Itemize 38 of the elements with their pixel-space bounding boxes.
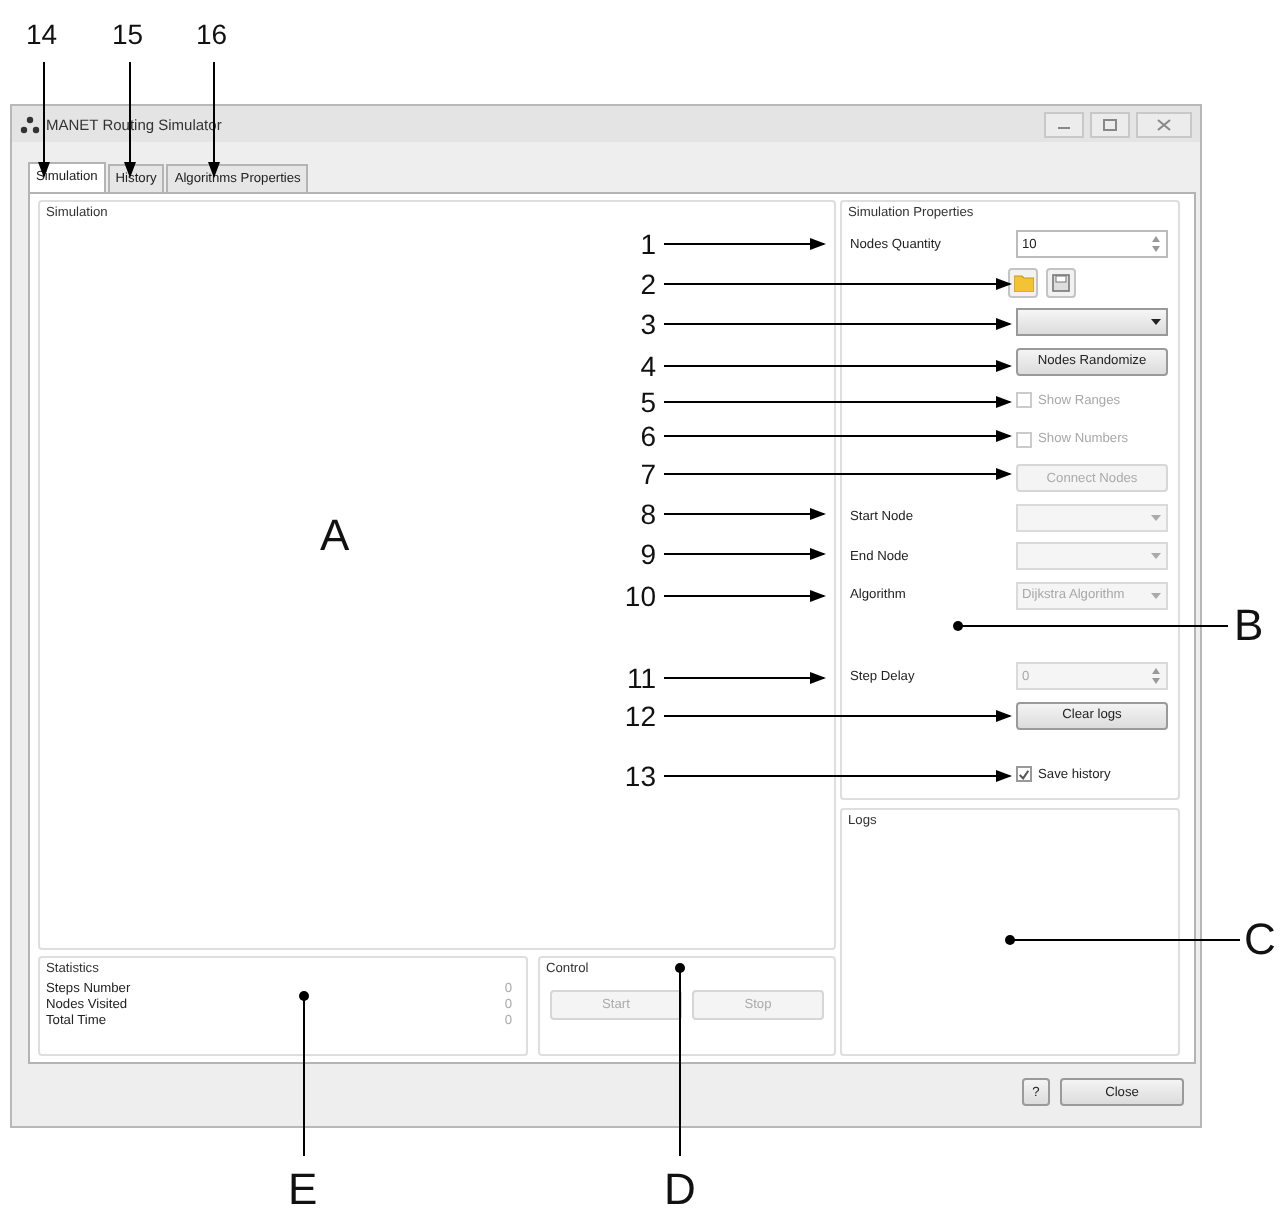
spin-arrows-icon xyxy=(1150,234,1162,255)
region-letter: E xyxy=(288,1164,318,1216)
caret-icon xyxy=(1150,591,1162,600)
region-letter: B xyxy=(1234,600,1264,652)
callout-number: 16 xyxy=(196,16,228,52)
maximize-icon xyxy=(1102,117,1118,131)
close-button[interactable] xyxy=(1136,111,1192,137)
callout-number: 6 xyxy=(640,418,656,454)
caret-icon xyxy=(1150,552,1162,561)
callout-number: 15 xyxy=(112,16,144,52)
network-icon xyxy=(20,115,40,133)
spin-arrows-icon xyxy=(1150,666,1162,687)
check-icon xyxy=(1018,767,1030,782)
callout-number: 5 xyxy=(640,384,656,420)
callout-number: 2 xyxy=(640,266,656,302)
region-letter: D xyxy=(664,1164,696,1216)
callout-number: 3 xyxy=(640,306,656,342)
caret-icon xyxy=(1150,513,1162,522)
caret-icon xyxy=(1150,318,1162,327)
minimize-button[interactable] xyxy=(1044,111,1084,137)
callout-number: 4 xyxy=(640,348,656,384)
callout-number: 14 xyxy=(26,16,58,52)
maximize-button[interactable] xyxy=(1090,111,1130,137)
open-folder-button[interactable] xyxy=(1008,268,1038,299)
close-icon xyxy=(1156,117,1172,131)
region-letter: C xyxy=(1244,914,1276,966)
callout-number: 10 xyxy=(624,578,656,614)
callout-number: 9 xyxy=(640,536,656,572)
folder-icon xyxy=(1013,274,1033,293)
callout-number: 7 xyxy=(640,456,656,492)
dropdown[interactable] xyxy=(1016,308,1168,337)
callout-number: 13 xyxy=(624,758,656,794)
callout-number: 1 xyxy=(640,226,656,262)
callout-number: 8 xyxy=(640,496,656,532)
save-button[interactable] xyxy=(1046,268,1076,299)
region-letter: A xyxy=(320,510,350,562)
callout-number: 12 xyxy=(624,698,656,734)
callout-number: 11 xyxy=(626,660,656,696)
